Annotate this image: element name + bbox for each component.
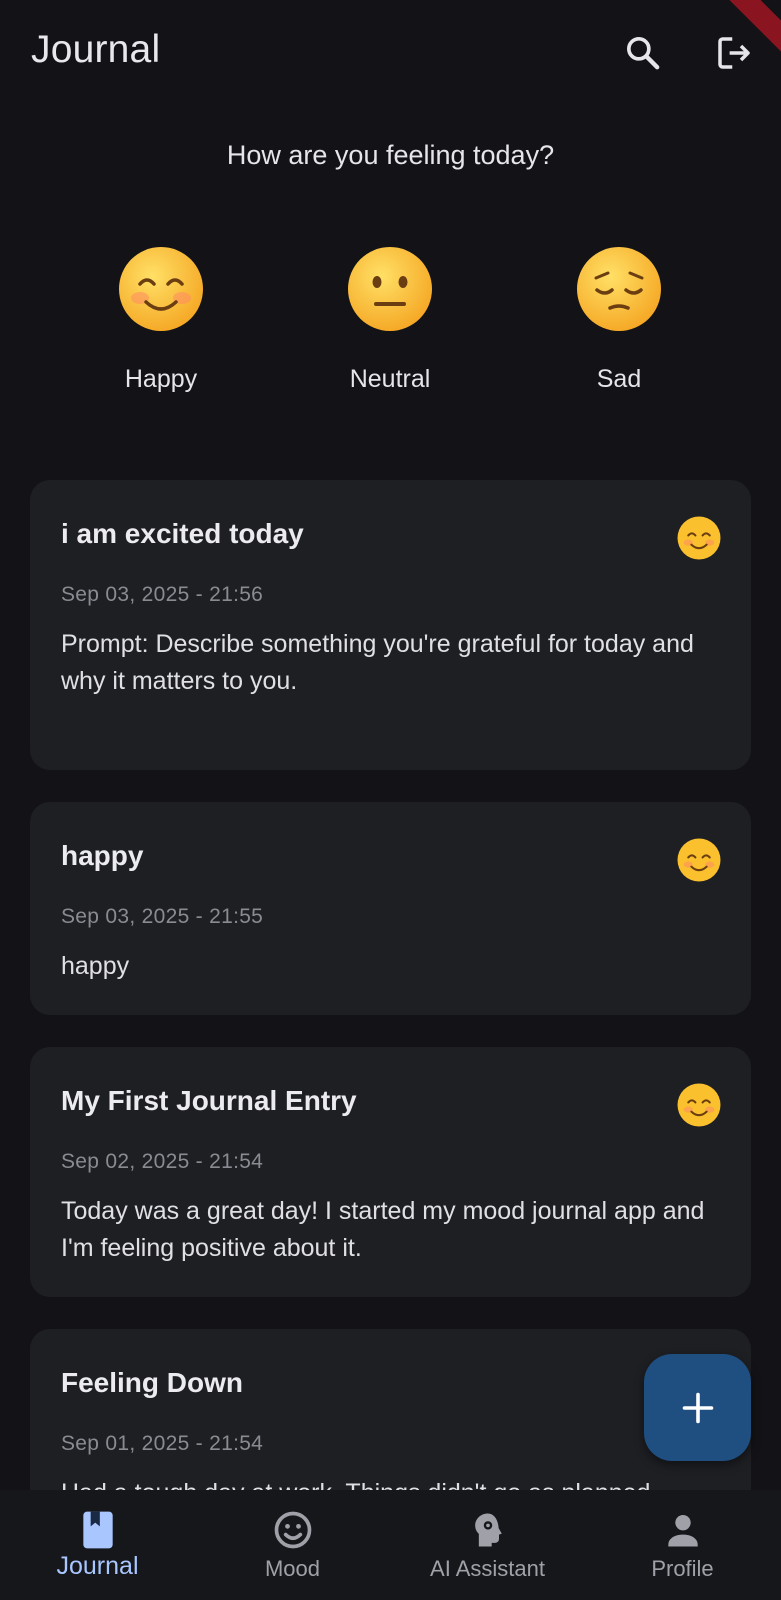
entry-title: i am excited today: [61, 518, 304, 549]
mood-label-sad: Sad: [596, 365, 642, 393]
search-icon: [627, 37, 660, 70]
add-entry-button[interactable]: [644, 1354, 751, 1461]
journal-entry-card[interactable]: i am excited today Sep 03, 2025 - 21:56 …: [30, 480, 751, 770]
entry-date: Sep 01, 2025 - 21:54: [61, 1432, 264, 1455]
smiling-face-icon: [677, 516, 721, 560]
entry-date: Sep 03, 2025 - 21:55: [61, 905, 264, 928]
smiling-face-icon: [677, 838, 721, 882]
person-icon: [667, 1514, 698, 1547]
nav-label: Journal: [56, 1552, 139, 1580]
nav-item-journal[interactable]: Journal: [0, 1490, 195, 1600]
entry-date: Sep 03, 2025 - 21:56: [61, 583, 264, 606]
nav-label: Mood: [264, 1556, 321, 1581]
entry-body: happy: [61, 952, 130, 980]
entry-body: Prompt: Describe something you're gratef…: [61, 630, 694, 695]
smiling-face-icon: [119, 247, 203, 331]
nav-item-profile[interactable]: Profile: [585, 1490, 780, 1600]
page-title: Journal: [31, 28, 161, 71]
mood-option-neutral[interactable]: Neutral: [305, 246, 475, 394]
nav-label: AI Assistant: [430, 1556, 545, 1581]
entry-body: Had a tough day at work. Things didn't g…: [61, 1475, 731, 1490]
entry-body: Today was a great day! I started my mood…: [61, 1197, 705, 1262]
app-bar: Journal: [0, 0, 781, 104]
mood-label-neutral: Neutral: [349, 365, 431, 393]
plus-icon: [682, 1392, 713, 1423]
search-button[interactable]: [620, 30, 666, 76]
smiling-face-icon: [677, 1083, 721, 1127]
mood-picker-heading: How are you feeling today?: [226, 140, 555, 170]
nav-label: Profile: [651, 1556, 714, 1581]
mood-option-sad[interactable]: Sad: [534, 246, 704, 394]
journal-entry-card[interactable]: Feeling Down Sep 01, 2025 - 21:54 Had a …: [30, 1329, 751, 1490]
entry-title: Feeling Down: [61, 1367, 243, 1398]
nav-item-mood[interactable]: Mood: [195, 1490, 390, 1600]
neutral-face-icon: [348, 247, 432, 331]
brain-gear-icon: [474, 1513, 502, 1547]
bottom-navigation: Journal Mood AI Assistant Profile: [0, 1490, 781, 1600]
nav-item-ai-assistant[interactable]: AI Assistant: [390, 1490, 585, 1600]
entry-title: My First Journal Entry: [61, 1085, 357, 1116]
smiley-outline-icon: [274, 1511, 311, 1549]
journal-entry-card[interactable]: happy Sep 03, 2025 - 21:55 happy: [30, 802, 751, 1015]
journal-entry-list: i am excited today Sep 03, 2025 - 21:56 …: [30, 480, 751, 1490]
entry-title: happy: [61, 840, 144, 871]
entry-date: Sep 02, 2025 - 21:54: [61, 1150, 264, 1173]
mood-label-happy: Happy: [124, 365, 198, 393]
journal-entry-card[interactable]: My First Journal Entry Sep 02, 2025 - 21…: [30, 1047, 751, 1297]
mood-option-happy[interactable]: Happy: [76, 246, 246, 394]
book-icon: [82, 1511, 113, 1549]
debug-banner: [721, 0, 781, 60]
pensive-face-icon: [577, 247, 661, 331]
